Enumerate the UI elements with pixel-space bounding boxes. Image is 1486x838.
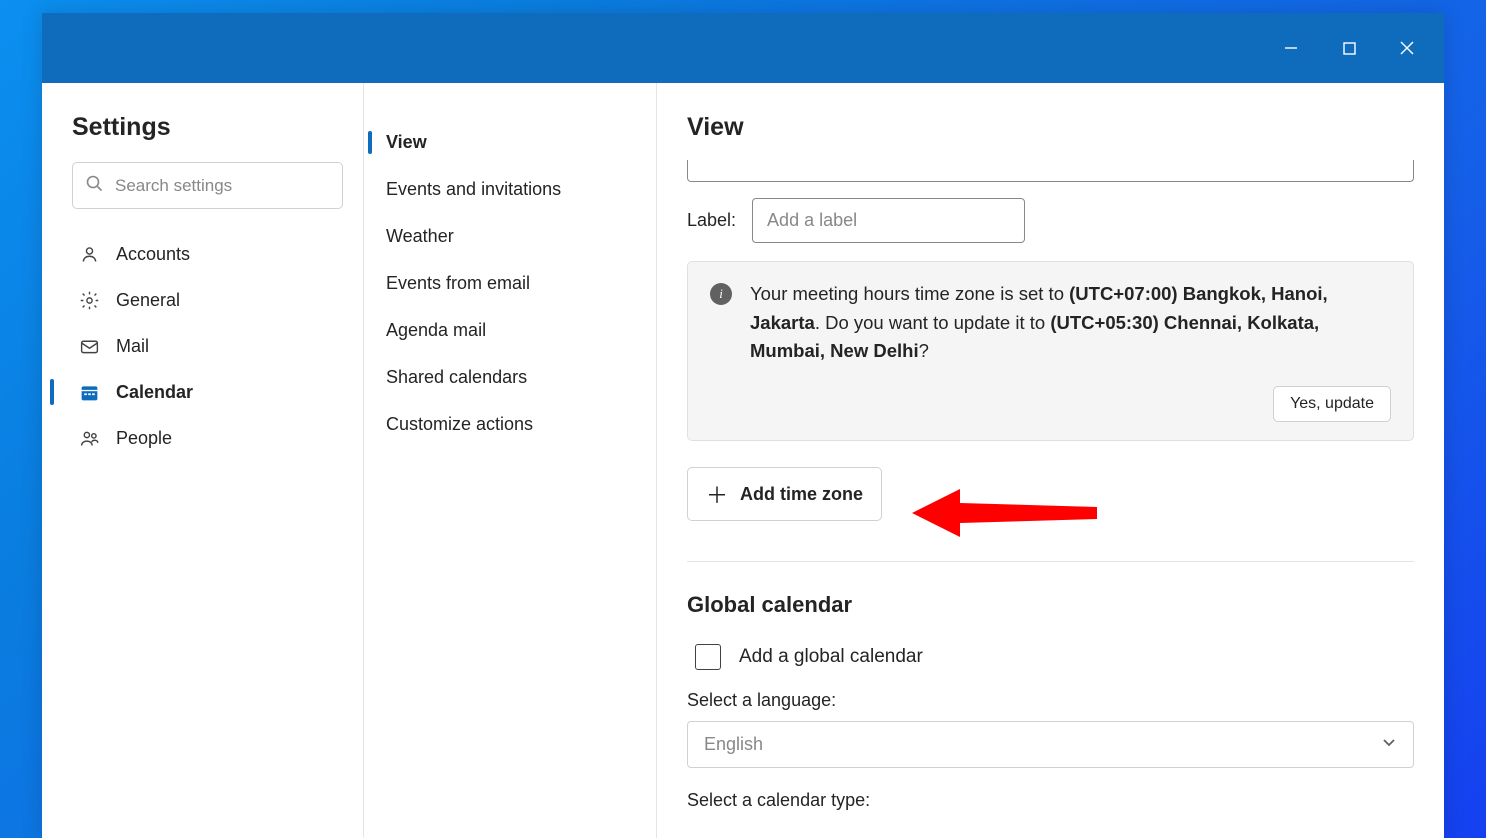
sidebar-item-accounts[interactable]: Accounts: [72, 231, 343, 277]
maximize-button[interactable]: [1320, 25, 1378, 71]
button-label: Yes, update: [1290, 395, 1374, 412]
subnav-label: Customize actions: [386, 414, 533, 435]
content-area: Settings Accounts General: [42, 83, 1444, 838]
subnav-item-agenda-mail[interactable]: Agenda mail: [384, 307, 636, 354]
button-label: Add time zone: [740, 484, 863, 505]
subnav-item-shared-calendars[interactable]: Shared calendars: [384, 354, 636, 401]
general-icon: [78, 290, 100, 311]
search-settings-input[interactable]: [72, 162, 343, 209]
sidebar-item-label: People: [116, 428, 172, 449]
sidebar-item-label: Mail: [116, 336, 149, 357]
minimize-button[interactable]: [1262, 25, 1320, 71]
sidebar-item-people[interactable]: People: [72, 415, 343, 461]
subnav-item-customize-actions[interactable]: Customize actions: [384, 401, 636, 448]
section-divider: [687, 561, 1414, 562]
people-icon: [78, 428, 100, 449]
language-select-value: English: [704, 734, 763, 755]
add-global-calendar-row: Add a global calendar: [687, 644, 1414, 670]
subnav-label: Agenda mail: [386, 320, 486, 341]
accounts-icon: [78, 244, 100, 265]
timezone-select[interactable]: (UTC+05:30) Chennai, Kolkata, Mumbai, Ne…: [687, 160, 1414, 182]
close-icon: [1399, 40, 1415, 56]
sidebar-item-label: Calendar: [116, 382, 193, 403]
add-global-calendar-checkbox[interactable]: [695, 644, 721, 670]
sidebar-item-label: General: [116, 290, 180, 311]
info-icon: i: [710, 283, 732, 305]
label-row: Label:: [687, 198, 1414, 243]
subnav-item-events-from-email[interactable]: Events from email: [384, 260, 636, 307]
detail-title: View: [687, 113, 1414, 142]
label-input[interactable]: [752, 198, 1025, 243]
label-field-label: Label:: [687, 210, 736, 231]
detail-pane: View (UTC+05:30) Chennai, Kolkata, Mumba…: [657, 83, 1444, 838]
calendar-subnav: View Events and invitations Weather Even…: [364, 83, 657, 838]
settings-sidebar: Settings Accounts General: [42, 83, 364, 838]
sidebar-item-label: Accounts: [116, 244, 190, 265]
sidebar-item-calendar[interactable]: Calendar: [72, 369, 343, 415]
subnav-item-view[interactable]: View: [384, 119, 636, 166]
sidebar-item-general[interactable]: General: [72, 277, 343, 323]
close-button[interactable]: [1378, 25, 1436, 71]
subnav-label: Events from email: [386, 273, 530, 294]
select-calendar-type-label: Select a calendar type:: [687, 790, 1414, 811]
subnav-label: Weather: [386, 226, 454, 247]
sidebar-item-mail[interactable]: Mail: [72, 323, 343, 369]
subnav-label: Events and invitations: [386, 179, 561, 200]
yes-update-button[interactable]: Yes, update: [1273, 386, 1391, 422]
plus-icon: ＋: [706, 478, 728, 510]
select-language-label: Select a language:: [687, 690, 1414, 711]
titlebar: [42, 13, 1444, 83]
mail-icon: [78, 336, 100, 357]
detail-scroll-region[interactable]: (UTC+05:30) Chennai, Kolkata, Mumbai, Ne…: [687, 160, 1414, 838]
sidebar-title: Settings: [72, 113, 343, 142]
maximize-icon: [1342, 41, 1357, 56]
chevron-down-icon: [1381, 734, 1397, 755]
settings-window: Settings Accounts General: [42, 13, 1444, 838]
calendar-icon: [78, 382, 100, 403]
subnav-item-events-invitations[interactable]: Events and invitations: [384, 166, 636, 213]
subnav-label: View: [386, 132, 427, 153]
subnav-item-weather[interactable]: Weather: [384, 213, 636, 260]
global-calendar-heading: Global calendar: [687, 592, 1414, 618]
add-time-zone-button[interactable]: ＋ Add time zone: [687, 467, 882, 521]
search-settings-wrap: [72, 162, 343, 209]
subnav-label: Shared calendars: [386, 367, 527, 388]
search-icon: [86, 175, 103, 197]
minimize-icon: [1283, 40, 1299, 56]
info-message: Your meeting hours time zone is set to (…: [750, 280, 1391, 366]
language-select[interactable]: English: [687, 721, 1414, 768]
timezone-update-info: i Your meeting hours time zone is set to…: [687, 261, 1414, 441]
add-global-calendar-label: Add a global calendar: [739, 646, 923, 668]
